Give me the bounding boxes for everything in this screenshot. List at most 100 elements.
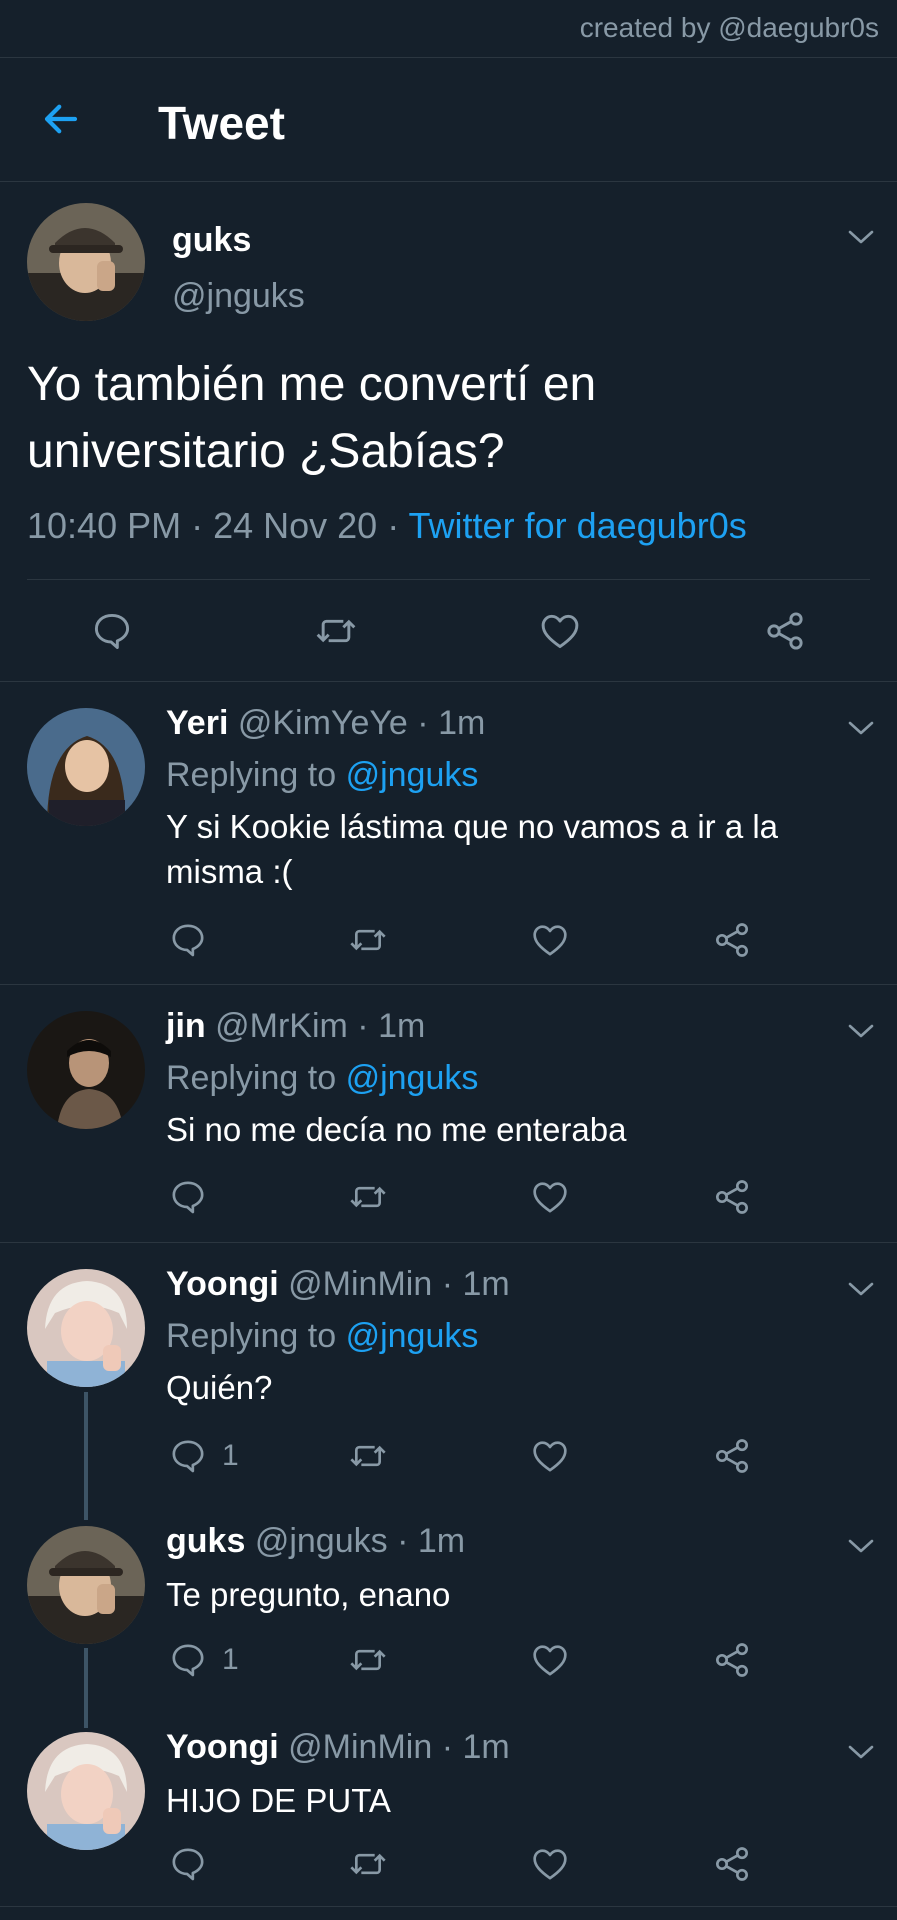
like-icon xyxy=(530,1177,570,1217)
share-button[interactable] xyxy=(763,609,807,653)
tweet-actions xyxy=(0,601,897,661)
share-button[interactable] xyxy=(712,1640,752,1680)
reply-author-handle[interactable]: @KimYeYe xyxy=(238,704,408,742)
back-arrow-icon[interactable] xyxy=(40,98,82,140)
reply-icon xyxy=(168,920,208,960)
reply-button[interactable] xyxy=(168,920,208,960)
reply-author-name[interactable]: Yoongi xyxy=(166,1265,279,1303)
divider xyxy=(27,579,870,580)
like-icon xyxy=(530,920,570,960)
retweet-icon xyxy=(312,609,360,653)
avatar-yoongi[interactable] xyxy=(27,1269,145,1387)
reply-text: Y si Kookie lástima que no vamos a ir a … xyxy=(166,808,779,890)
reply-author-handle[interactable]: @MinMin xyxy=(288,1728,432,1766)
retweet-button[interactable] xyxy=(346,920,390,960)
like-button[interactable] xyxy=(530,1177,570,1217)
like-button[interactable] xyxy=(530,1844,570,1884)
reply-header: guks @jnguks · 1m xyxy=(166,1522,466,1560)
reply-button[interactable]: 1 xyxy=(168,1436,239,1476)
retweet-button[interactable] xyxy=(346,1177,390,1217)
author-name[interactable]: guks xyxy=(172,221,251,260)
chevron-down-icon[interactable] xyxy=(846,227,876,247)
tweet-source-link[interactable]: Twitter for daegubr0s xyxy=(409,505,747,546)
chevron-down-icon[interactable] xyxy=(846,1279,876,1299)
share-button[interactable] xyxy=(712,1436,752,1476)
reply-tweet[interactable]: Yoongi @MinMin · 1m HIJO DE PUTA xyxy=(0,1706,897,1907)
retweet-button[interactable] xyxy=(346,1436,390,1476)
reply-author-handle[interactable]: @jnguks xyxy=(255,1522,388,1560)
like-button[interactable] xyxy=(530,920,570,960)
share-button[interactable] xyxy=(712,1844,752,1884)
like-button[interactable] xyxy=(530,1436,570,1476)
like-icon xyxy=(530,1436,570,1476)
reply-header: Yeri @KimYeYe · 1m xyxy=(166,704,486,742)
chevron-down-icon[interactable] xyxy=(846,1536,876,1556)
like-icon xyxy=(530,1640,570,1680)
retweet-icon xyxy=(346,920,390,960)
replying-to: Replying to @jnguks xyxy=(166,1317,478,1356)
retweet-button[interactable] xyxy=(312,609,360,653)
tweet-date: 24 Nov 20 xyxy=(213,505,378,546)
reply-count: 1 xyxy=(222,1643,239,1676)
avatar-guks[interactable] xyxy=(27,203,145,321)
watermark-credit: created by @daegubr0s xyxy=(579,12,879,43)
chevron-down-icon[interactable] xyxy=(846,718,876,738)
reply-author-name[interactable]: Yeri xyxy=(166,704,228,742)
like-icon xyxy=(530,1844,570,1884)
share-icon xyxy=(712,1177,752,1217)
share-button[interactable] xyxy=(712,1177,752,1217)
reply-time: 1m xyxy=(417,1522,466,1560)
reply-button[interactable] xyxy=(90,609,134,653)
avatar-jin[interactable] xyxy=(27,1011,145,1129)
reply-count: 1 xyxy=(222,1439,239,1472)
retweet-icon xyxy=(346,1177,390,1217)
reply-text: Te pregunto, enano xyxy=(166,1576,451,1613)
reply-text: HIJO DE PUTA xyxy=(166,1782,391,1819)
chevron-down-icon[interactable] xyxy=(846,1021,876,1041)
reply-author-handle[interactable]: @MrKim xyxy=(215,1007,348,1045)
replying-to-label: Replying to xyxy=(166,1317,337,1355)
reply-author-name[interactable]: guks xyxy=(166,1522,245,1560)
reply-author-handle[interactable]: @MinMin xyxy=(288,1265,432,1303)
reply-icon xyxy=(168,1640,208,1680)
like-icon xyxy=(538,609,582,653)
reply-icon xyxy=(90,609,134,653)
mention-link[interactable]: @jnguks xyxy=(346,1317,479,1355)
share-icon xyxy=(763,609,807,653)
reply-icon xyxy=(168,1436,208,1476)
avatar-yeri[interactable] xyxy=(27,708,145,826)
reply-tweet[interactable]: Yeri @KimYeYe · 1m Replying to @jnguks Y… xyxy=(0,682,897,985)
reply-header: Yoongi @MinMin · 1m xyxy=(166,1265,510,1303)
replying-to: Replying to @jnguks xyxy=(166,756,478,795)
reply-author-name[interactable]: Yoongi xyxy=(166,1728,279,1766)
reply-header: jin @MrKim · 1m xyxy=(166,1007,426,1045)
reply-author-name[interactable]: jin xyxy=(166,1007,206,1045)
retweet-button[interactable] xyxy=(346,1640,390,1680)
avatar-guks[interactable] xyxy=(27,1526,145,1644)
chevron-down-icon[interactable] xyxy=(846,1742,876,1762)
avatar-yoongi[interactable] xyxy=(27,1732,145,1850)
top-bar: Tweet xyxy=(0,57,897,182)
reply-tweet[interactable]: jin @MrKim · 1m Replying to @jnguks Si n… xyxy=(0,985,897,1243)
like-button[interactable] xyxy=(538,609,582,653)
share-button[interactable] xyxy=(712,920,752,960)
reply-button[interactable]: 1 xyxy=(168,1640,239,1680)
share-icon xyxy=(712,1844,752,1884)
replying-to-label: Replying to xyxy=(166,756,337,794)
share-icon xyxy=(712,1436,752,1476)
retweet-icon xyxy=(346,1436,390,1476)
page-title: Tweet xyxy=(158,97,285,149)
mention-link[interactable]: @jnguks xyxy=(346,1059,479,1097)
reply-tweet[interactable]: guks @jnguks · 1m Te pregunto, enano 1 xyxy=(0,1500,897,1706)
reply-button[interactable] xyxy=(168,1177,208,1217)
main-tweet: guks @jnguks Yo también me convertí en u… xyxy=(0,181,897,682)
replying-to-label: Replying to xyxy=(166,1059,337,1097)
author-handle[interactable]: @jnguks xyxy=(172,277,305,316)
mention-link[interactable]: @jnguks xyxy=(346,756,479,794)
reply-tweet[interactable]: Yoongi @MinMin · 1m Replying to @jnguks … xyxy=(0,1243,897,1500)
tweet-text: Yo también me convertí en universitario … xyxy=(27,358,597,478)
reply-button[interactable] xyxy=(168,1844,208,1884)
retweet-button[interactable] xyxy=(346,1844,390,1884)
like-button[interactable] xyxy=(530,1640,570,1680)
reply-time: 1m xyxy=(462,1728,510,1766)
